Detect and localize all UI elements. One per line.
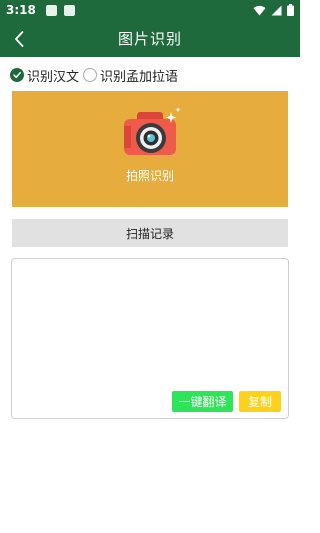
photo-recognize-button[interactable]: 拍照识别 (12, 91, 288, 207)
app-bar: 图片识别 (0, 20, 300, 57)
translate-button[interactable]: 一键翻译 (172, 391, 233, 412)
scan-history-button[interactable]: 扫描记录 (12, 219, 288, 247)
page-title: 图片识别 (117, 30, 182, 48)
chevron-left-icon (15, 31, 24, 47)
recognition-language-options: 识别汉文 识别孟加拉语 (10, 65, 182, 85)
status-right-icons (253, 4, 294, 16)
option-bengali-label: 识别孟加拉语 (100, 69, 179, 85)
gallery-notification-icon (45, 4, 57, 16)
radio-checked-icon (10, 68, 24, 82)
copy-label: 复制 (247, 395, 272, 409)
back-button[interactable] (8, 28, 30, 50)
translate-label: 一键翻译 (178, 395, 227, 409)
signal-icon (271, 5, 282, 15)
status-time: 3:18 (6, 3, 36, 17)
option-chinese-label: 识别汉文 (27, 69, 80, 85)
battery-icon (287, 4, 294, 16)
wifi-icon (253, 5, 266, 16)
radio-unchecked-icon (83, 68, 98, 82)
scan-history-label: 扫描记录 (125, 226, 174, 241)
photo-recognize-label: 拍照识别 (125, 169, 174, 183)
option-bengali[interactable]: 识别孟加拉语 (83, 66, 178, 85)
copy-button[interactable]: 复制 (239, 391, 281, 412)
option-chinese[interactable]: 识别汉文 (10, 66, 79, 85)
font-notification-icon (63, 4, 75, 16)
status-bar: 3:18 (0, 0, 300, 20)
camera-icon (124, 107, 181, 155)
